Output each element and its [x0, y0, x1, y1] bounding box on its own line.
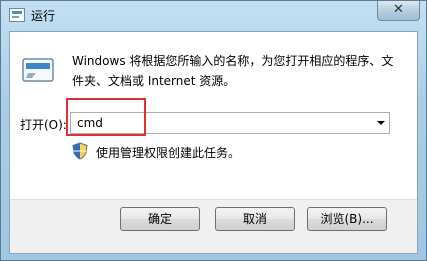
- window-title: 运行: [31, 9, 56, 23]
- admin-privilege-note: 使用管理权限创建此任务。: [96, 146, 241, 160]
- cancel-button[interactable]: 取消: [215, 207, 295, 231]
- browse-button[interactable]: 浏览(B)...: [307, 207, 387, 231]
- close-icon: ✕: [393, 2, 404, 17]
- uac-shield-icon: [72, 142, 88, 160]
- open-label: 打开(O):: [20, 118, 67, 132]
- dialog-body: Windows 将根据您所输入的名称，为您打开相应的程序、文件夹、文档或 Int…: [9, 31, 418, 254]
- close-button[interactable]: ✕: [377, 1, 420, 21]
- run-dialog-window: 运行 ✕ Windows 将根据您所输入的名称，为您打开相应的程序、文件夹、文档…: [0, 0, 427, 261]
- run-program-icon: [22, 58, 54, 82]
- title-bar[interactable]: 运行 ✕: [1, 1, 426, 31]
- ok-button[interactable]: 确定: [120, 207, 200, 231]
- dropdown-arrow-icon[interactable]: [377, 121, 385, 125]
- run-app-icon: [9, 8, 25, 22]
- dialog-description: Windows 将根据您所输入的名称，为您打开相应的程序、文件夹、文档或 Int…: [72, 54, 394, 88]
- annotation-highlight-box: [66, 98, 146, 136]
